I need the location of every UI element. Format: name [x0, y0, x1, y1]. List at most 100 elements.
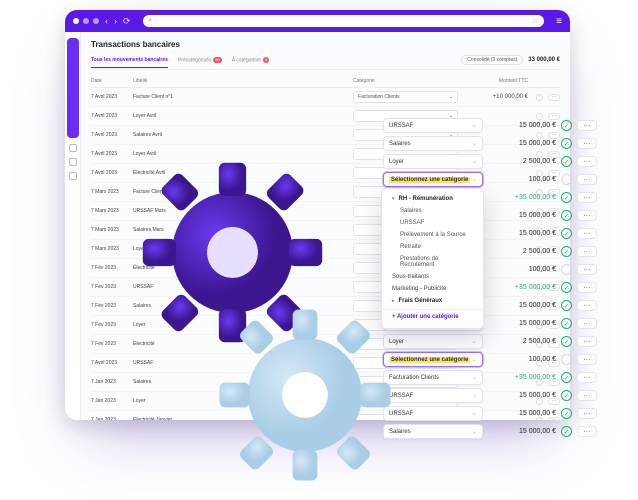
category-select[interactable]: Loyer⌄ — [383, 154, 483, 169]
category-select[interactable]: Sélectionnez une catégorie⌄ — [383, 172, 483, 187]
cell-label: URSSAF Mars — [133, 208, 353, 214]
more-button[interactable]: ⋯ — [577, 426, 597, 437]
cell-label: Loyer Avril — [133, 113, 353, 119]
overflow-row: URSSAF⌄15 000,00 €✓⋯ — [383, 406, 618, 421]
more-button[interactable]: ⋯ — [577, 210, 597, 221]
tab-to-categorize[interactable]: À catégoriser8 — [232, 57, 270, 64]
more-button[interactable]: ⋯ — [577, 192, 597, 203]
col-category[interactable]: Catégorie — [353, 78, 458, 84]
validate-icon[interactable]: ✓ — [561, 210, 572, 221]
category-select[interactable]: URSSAF⌄ — [383, 406, 483, 421]
category-select[interactable]: Facturation Clients⌄ — [353, 91, 458, 103]
validate-icon[interactable]: ✓ — [561, 120, 572, 131]
category-select[interactable]: Loyer⌄ — [383, 334, 483, 349]
more-button[interactable]: ⋯ — [577, 408, 597, 419]
menu-icon[interactable]: ≡ — [556, 16, 562, 27]
cell-amount: 15 000,00 € — [488, 392, 556, 399]
validate-icon[interactable]: ✓ — [561, 156, 572, 167]
validate-icon[interactable]: ✓ — [561, 300, 572, 311]
url-bar[interactable]: ⌕ ☆ — [143, 15, 545, 27]
category-select[interactable]: URSSAF⌄ — [383, 388, 483, 403]
rail-item[interactable] — [69, 158, 77, 166]
more-button[interactable]: ⋯ — [577, 228, 597, 239]
dd-group[interactable]: ▾RH - Rémunération — [382, 193, 483, 205]
more-button[interactable]: ⋯ — [577, 174, 597, 185]
validate-icon[interactable] — [561, 354, 572, 365]
cell-label: URSSAF — [133, 284, 353, 290]
chevron-down-icon: ⌄ — [472, 158, 477, 165]
chevron-down-icon: ⌄ — [472, 140, 477, 147]
tab-precategorized[interactable]: Précatégorisés50 — [178, 57, 222, 64]
cell-date: 7 Avril 2023 — [91, 170, 133, 176]
rail-item[interactable] — [69, 172, 77, 180]
dd-item[interactable]: Prélèvement à la Source — [382, 229, 483, 241]
dd-item[interactable]: Salaires — [382, 205, 483, 217]
more-button[interactable]: ⋯ — [577, 282, 597, 293]
col-label[interactable]: Libellé — [133, 78, 353, 84]
validate-icon[interactable] — [536, 94, 543, 101]
validate-icon[interactable]: ✓ — [561, 372, 572, 383]
cell-amount: 100,00 € — [488, 266, 556, 273]
table-row[interactable]: 7 Avril 2023 Facture Client n°1 Facturat… — [91, 88, 560, 107]
dd-item[interactable]: Marketing - Publicité — [382, 283, 483, 295]
chevron-down-icon: ⌄ — [449, 94, 453, 100]
overflow-row: Sélectionnez une catégorie⌄100,00 €⋯ — [383, 172, 618, 187]
more-button[interactable]: ⋯ — [577, 354, 597, 365]
more-button[interactable]: ⋯ — [577, 300, 597, 311]
overflow-row: URSSAF⌄ 15 000,00 € ✓ ⋯ — [383, 388, 618, 403]
col-date[interactable]: Date — [91, 78, 133, 84]
validate-icon[interactable]: ✓ — [561, 228, 572, 239]
validate-icon[interactable]: ✓ — [561, 336, 572, 347]
more-button[interactable]: ⋯ — [577, 246, 597, 257]
validate-icon[interactable]: ✓ — [561, 390, 572, 401]
tab-all[interactable]: Tous les mouvements bancaires — [91, 57, 168, 63]
validate-icon[interactable]: ✓ — [561, 282, 572, 293]
nav-rail — [65, 32, 81, 420]
cell-date: 7 Avril 2023 — [91, 132, 133, 138]
back-icon[interactable]: ‹ — [105, 16, 108, 26]
validate-icon[interactable]: ✓ — [561, 192, 572, 203]
cell-amount: 100,00 € — [488, 356, 556, 363]
accounts-filter[interactable]: Consolidé (3 comptes) — [461, 55, 523, 65]
validate-icon[interactable] — [561, 174, 572, 185]
cell-date: 7 Jan 2023 — [91, 398, 133, 404]
dd-item[interactable]: Prestations de Recrutement — [382, 253, 483, 271]
validate-icon[interactable]: ✓ — [561, 408, 572, 419]
cell-date: 7 Mars 2023 — [91, 189, 133, 195]
more-button[interactable]: ⋯ — [577, 390, 597, 401]
validate-icon[interactable]: ✓ — [561, 426, 572, 437]
forward-icon[interactable]: › — [114, 16, 117, 26]
category-dropdown[interactable]: ▾RH - Rémunération SalairesURSSAFPrélève… — [381, 188, 484, 329]
window-controls[interactable] — [73, 18, 99, 24]
validate-icon[interactable]: ✓ — [561, 318, 572, 329]
reload-icon[interactable]: ⟳ — [123, 16, 131, 27]
dd-add-category[interactable]: + Ajouter une catégorie — [382, 309, 483, 324]
category-select[interactable]: URSSAF⌄ — [383, 118, 483, 133]
more-button[interactable]: ⋯ — [577, 264, 597, 275]
more-button[interactable]: ⋯ — [577, 156, 597, 167]
rail-item[interactable] — [67, 38, 79, 138]
category-select[interactable]: Salaires⌄ — [383, 136, 483, 151]
cell-date: 7 Avril 2023 — [91, 94, 133, 100]
cell-label: Salaires — [133, 303, 353, 309]
more-button[interactable]: ⋯ — [577, 336, 597, 347]
dd-item[interactable]: Retraite — [382, 241, 483, 253]
dd-item[interactable]: Sous-traitants — [382, 271, 483, 283]
more-button[interactable]: ⋯ — [548, 94, 560, 101]
cell-label: Salaires Mars — [133, 227, 353, 233]
more-button[interactable]: ⋯ — [577, 120, 597, 131]
validate-icon[interactable] — [561, 264, 572, 275]
category-select[interactable]: Salaires⌄ — [383, 424, 483, 439]
dd-item[interactable]: URSSAF — [382, 217, 483, 229]
star-icon[interactable]: ☆ — [532, 17, 538, 25]
rail-item[interactable] — [69, 144, 77, 152]
validate-icon[interactable]: ✓ — [561, 246, 572, 257]
col-amount[interactable]: Montant TTC — [458, 78, 528, 84]
dd-group2[interactable]: ▸Frais Généraux — [382, 295, 483, 307]
category-select[interactable]: Facturation Clients⌄ — [383, 370, 483, 385]
more-button[interactable]: ⋯ — [577, 138, 597, 149]
validate-icon[interactable]: ✓ — [561, 138, 572, 149]
more-button[interactable]: ⋯ — [577, 372, 597, 383]
category-select[interactable]: Sélectionnez une catégorie⌄ — [383, 352, 483, 367]
more-button[interactable]: ⋯ — [577, 318, 597, 329]
